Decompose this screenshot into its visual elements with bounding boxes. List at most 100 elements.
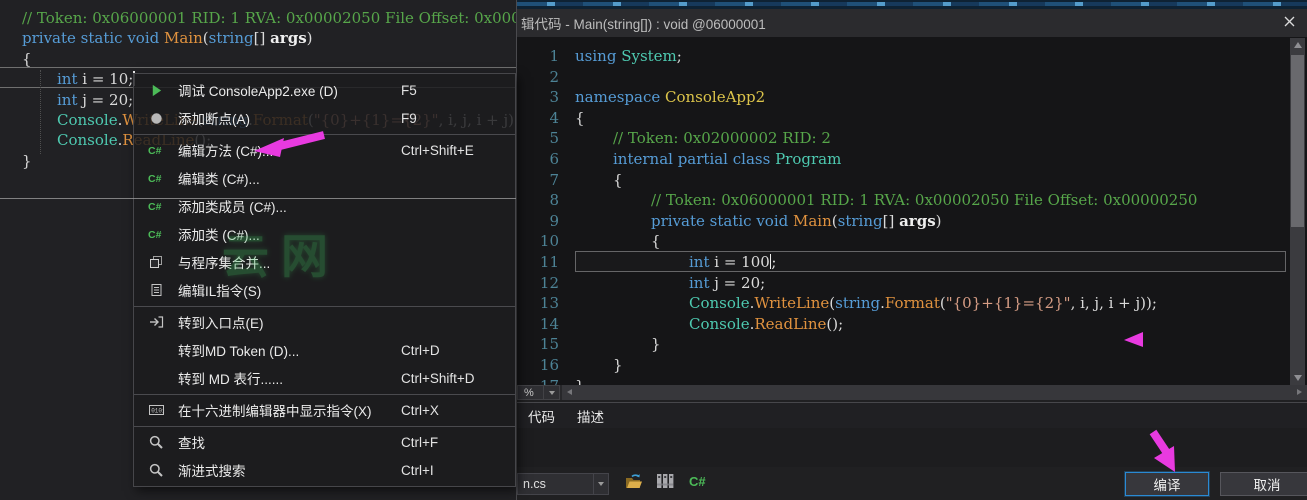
zoom-level-select[interactable]: % bbox=[517, 385, 544, 400]
file-select-value: n.cs bbox=[523, 476, 546, 491]
menu-item-label: 在十六进制编辑器中显示指令(X) bbox=[178, 404, 372, 419]
scroll-right-arrow-icon[interactable] bbox=[1297, 389, 1302, 395]
menu-item-shortcut: Ctrl+X bbox=[401, 402, 439, 418]
menu-item-label: 渐进式搜索 bbox=[178, 464, 246, 479]
open-file-button[interactable] bbox=[624, 473, 644, 495]
menu-separator bbox=[134, 133, 515, 135]
menu-item-show-in-hex-editor[interactable]: 0101 在十六进制编辑器中显示指令(X) Ctrl+X bbox=[134, 396, 515, 424]
menu-item-label: 转到入口点(E) bbox=[178, 316, 264, 331]
menu-item-label: 添加断点(A) bbox=[178, 112, 250, 127]
entry-icon bbox=[144, 315, 168, 329]
menu-item-shortcut: Ctrl+Shift+E bbox=[401, 142, 474, 158]
tab-code[interactable]: 代码 bbox=[517, 403, 566, 429]
close-button[interactable] bbox=[1271, 9, 1307, 37]
indent-guide bbox=[40, 70, 41, 154]
menu-item-shortcut: F5 bbox=[401, 82, 417, 98]
line-number: 3 bbox=[549, 88, 559, 107]
menu-item-goto-md-token[interactable]: 转到MD Token (D)... Ctrl+D bbox=[134, 336, 515, 364]
line-number: 8 bbox=[549, 191, 559, 210]
zoom-dropdown-button[interactable] bbox=[544, 385, 560, 400]
close-icon bbox=[1284, 14, 1295, 32]
edit-code-dialog: 辑代码 - Main(string[]) : void @06000001 1u… bbox=[516, 0, 1307, 500]
menu-separator bbox=[134, 425, 515, 427]
line-number: 15 bbox=[539, 335, 559, 354]
books-icon bbox=[656, 473, 675, 494]
code-line: 4{ bbox=[517, 108, 1307, 129]
menu-item-edit-il[interactable]: 编辑IL指令(S) bbox=[134, 276, 515, 304]
menu-item-add-breakpoint[interactable]: 添加断点(A) F9 bbox=[134, 104, 515, 132]
line-number: 16 bbox=[539, 355, 559, 374]
code-line: 10{ bbox=[517, 231, 1307, 252]
compile-button[interactable]: 编译 bbox=[1125, 471, 1209, 496]
menu-item-add-class-member[interactable]: C# 添加类成员 (C#)... bbox=[134, 192, 515, 220]
vertical-scrollbar[interactable] bbox=[1290, 38, 1305, 385]
editor-status-bar: % bbox=[517, 385, 1307, 400]
menu-item-incremental-search[interactable]: 渐进式搜索 Ctrl+I bbox=[134, 456, 515, 484]
context-menu: 调试 ConsoleApp2.exe (D) F5 添加断点(A) F9 C# 编辑方法 … bbox=[133, 73, 516, 487]
code-line: 9 private static void Main(string[] args) bbox=[517, 211, 1307, 232]
menu-separator bbox=[134, 393, 515, 395]
svg-text:C#: C# bbox=[148, 229, 162, 240]
code-line: 13 Console.WriteLine(string.Format("{0}+{… bbox=[517, 293, 1307, 314]
menu-item-label: 调试 ConsoleApp2.exe (D) bbox=[178, 84, 338, 99]
assembly-references-button[interactable] bbox=[656, 473, 675, 494]
menu-item-edit-class[interactable]: C# 编辑类 (C#)... bbox=[134, 164, 515, 192]
none-icon bbox=[144, 372, 168, 384]
svg-text:C#: C# bbox=[148, 173, 162, 184]
menu-item-label: 编辑类 (C#)... bbox=[178, 172, 260, 187]
file-select-dropdown[interactable] bbox=[593, 473, 608, 494]
menu-item-label: 添加类成员 (C#)... bbox=[178, 200, 287, 215]
pane-splitter[interactable] bbox=[0, 198, 516, 199]
dialog-title: 辑代码 - Main(string[]) : void @06000001 bbox=[521, 17, 766, 32]
search-icon bbox=[144, 435, 168, 449]
menu-item-debug[interactable]: 调试 ConsoleApp2.exe (D) F5 bbox=[134, 76, 515, 104]
csharp-icon: C# bbox=[144, 144, 168, 156]
code-editor[interactable]: 1 using System; 2 3 namespace ConsoleApp2 4{5… bbox=[517, 37, 1307, 385]
il-icon bbox=[144, 283, 168, 297]
play-icon bbox=[144, 84, 168, 97]
code-line: 16} bbox=[517, 355, 1307, 376]
line-number: 10 bbox=[539, 232, 559, 251]
menu-item-shortcut: Ctrl+D bbox=[401, 342, 440, 358]
menu-item-goto-entrypoint[interactable]: 转到入口点(E) bbox=[134, 308, 515, 336]
cancel-button[interactable]: 取消 bbox=[1220, 471, 1307, 496]
chevron-down-icon bbox=[548, 390, 555, 395]
menu-item-shortcut: F9 bbox=[401, 110, 417, 126]
csharp-file-type-button[interactable]: C# bbox=[688, 474, 708, 493]
scroll-down-arrow-icon[interactable] bbox=[1290, 371, 1305, 385]
menu-item-merge-with-assembly[interactable]: 与程序集合并... bbox=[134, 248, 515, 276]
code-line: 3 namespace ConsoleApp2 bbox=[517, 87, 1307, 108]
line-number: 2 bbox=[549, 67, 559, 86]
scroll-up-arrow-icon[interactable] bbox=[1290, 38, 1305, 52]
menu-item-find[interactable]: 查找 Ctrl+F bbox=[134, 428, 515, 456]
tab-description[interactable]: 描述 bbox=[566, 403, 615, 429]
menu-separator bbox=[134, 305, 515, 307]
horizontal-scrollbar[interactable] bbox=[562, 385, 1307, 400]
code-line: 7{ bbox=[517, 170, 1307, 191]
line-number: 6 bbox=[549, 149, 559, 168]
scroll-left-arrow-icon[interactable] bbox=[567, 389, 572, 395]
menu-item-label: 添加类 (C#)... bbox=[178, 228, 260, 243]
dialog-title-bar[interactable]: 辑代码 - Main(string[]) : void @06000001 bbox=[517, 9, 1307, 37]
menu-item-goto-md-table-row[interactable]: 转到 MD 表行...... Ctrl+Shift+D bbox=[134, 364, 515, 392]
svg-text:C#: C# bbox=[148, 145, 162, 156]
line-number: 1 bbox=[549, 47, 559, 65]
csharp-icon: C# bbox=[688, 474, 708, 493]
line-number: 17 bbox=[517, 376, 559, 386]
dialog-bottom-bar: n.cs C# 编译 取消 bbox=[517, 467, 1307, 500]
dnspy-window: { "colors": { "accent_blue": "#1c97ea", … bbox=[0, 0, 1307, 500]
code-line: 17} bbox=[517, 376, 1307, 386]
chevron-down-icon bbox=[598, 481, 604, 486]
hex-icon: 0101 bbox=[144, 404, 168, 416]
menu-item-edit-method[interactable]: C# 编辑方法 (C#)... Ctrl+Shift+E bbox=[134, 136, 515, 164]
svg-text:C#: C# bbox=[689, 474, 706, 488]
dialog-tab-row: 代码 描述 bbox=[517, 402, 1307, 429]
line-number: 5 bbox=[549, 129, 559, 148]
code-line: // Token: 0x06000001 RID: 1 RVA: 0x00002… bbox=[22, 9, 516, 27]
code-line: 14 Console.ReadLine(); bbox=[517, 314, 1307, 335]
menu-item-add-class[interactable]: C# 添加类 (C#)... bbox=[134, 220, 515, 248]
line-number: 11 bbox=[539, 252, 559, 271]
file-select[interactable]: n.cs bbox=[517, 472, 609, 495]
vertical-scrollbar-thumb[interactable] bbox=[1291, 55, 1304, 227]
code-line: 15} bbox=[517, 334, 1307, 355]
